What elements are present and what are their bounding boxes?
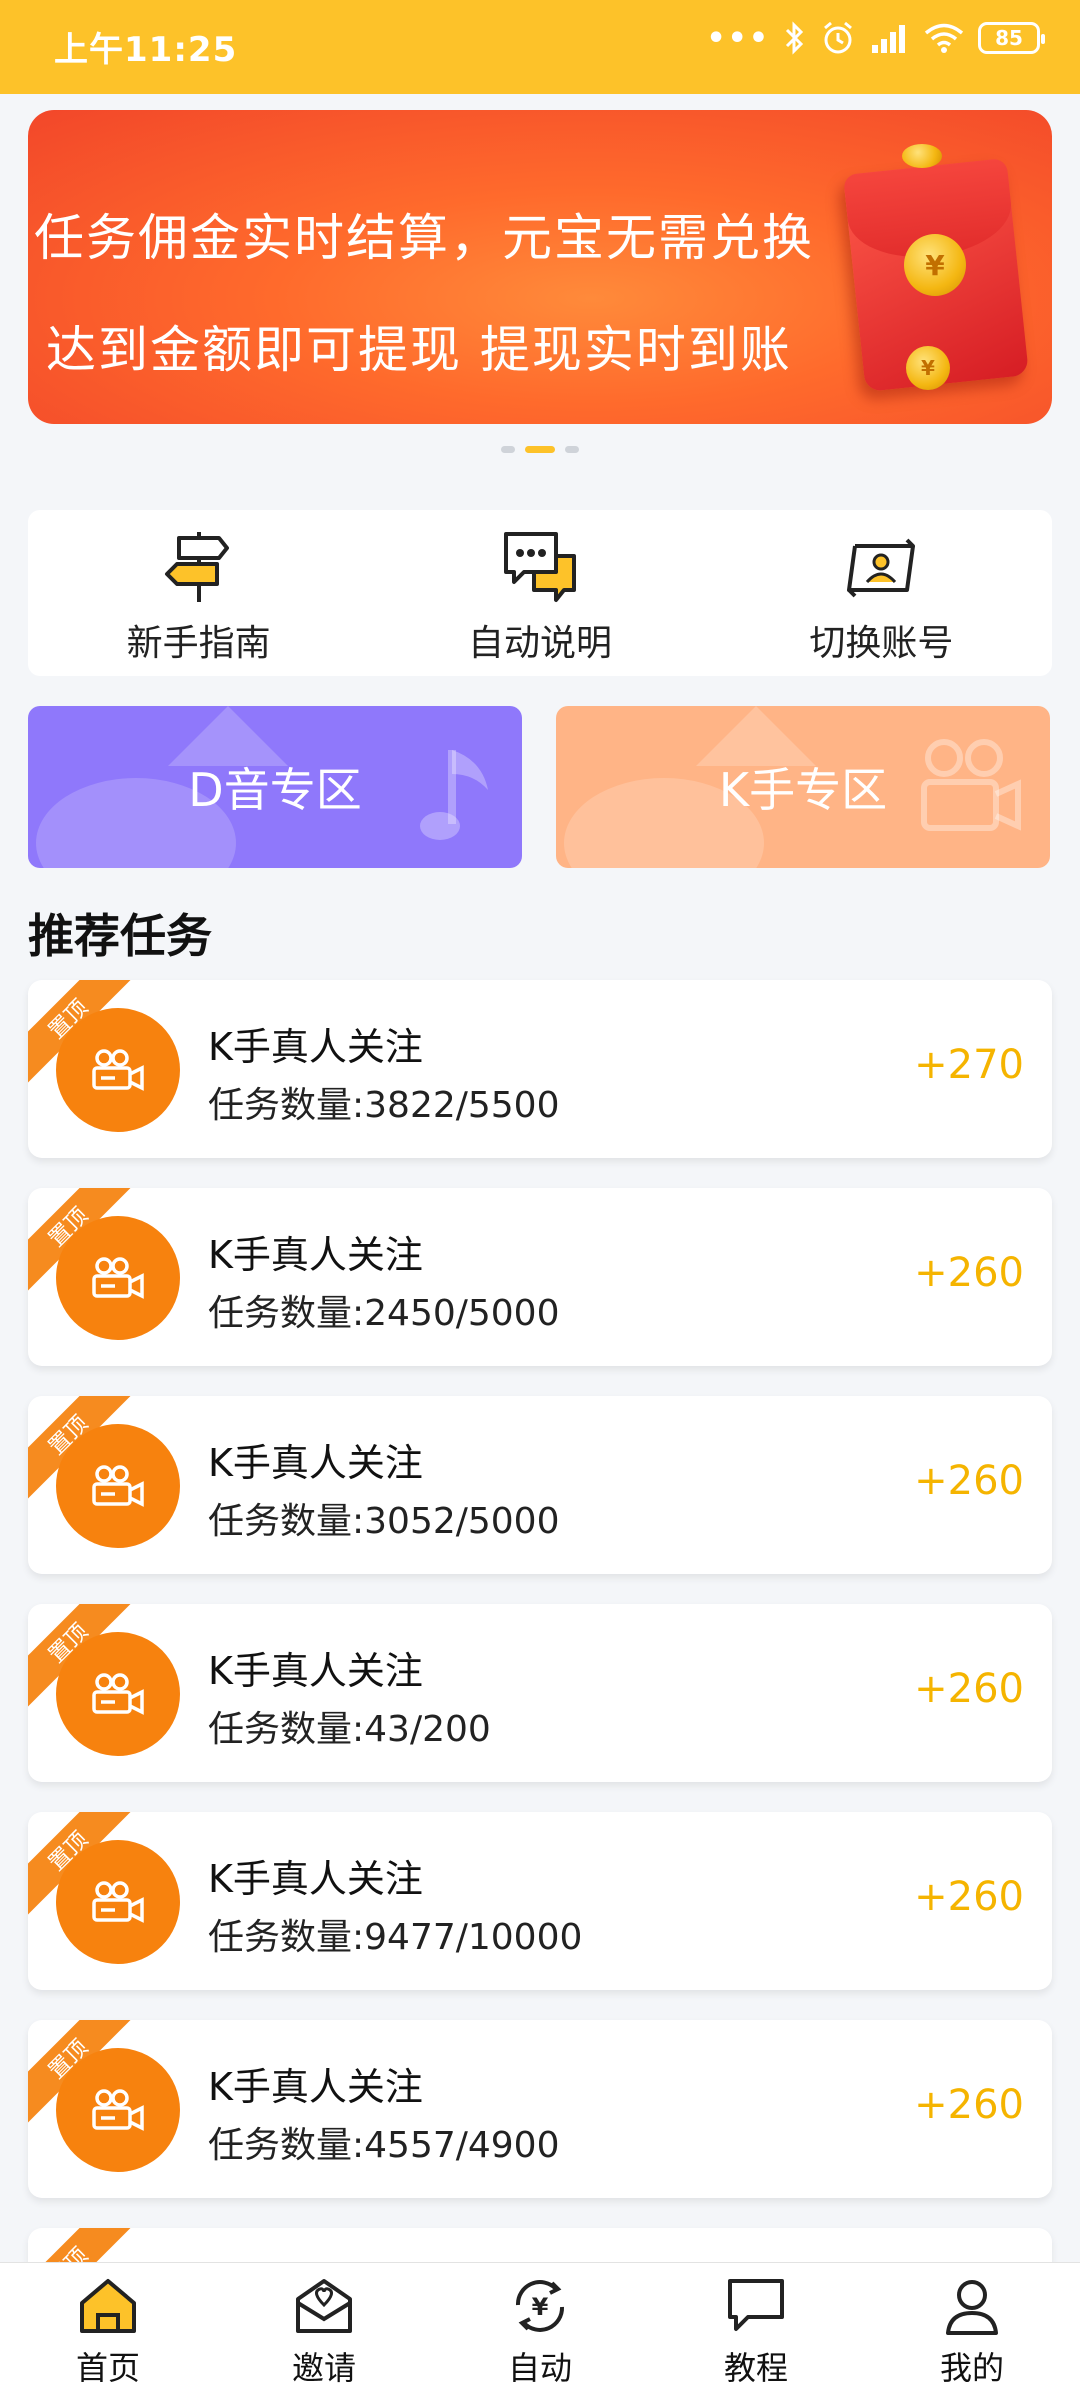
wifi-icon bbox=[924, 23, 964, 53]
tab-tutorial[interactable]: 教程 bbox=[648, 2263, 864, 2400]
task-reward: +260 bbox=[914, 1458, 1024, 1504]
more-notifications-icon: ••• bbox=[706, 20, 770, 56]
task-list: 置顶 K手真人关注 任务数量:3822/5500 +270 置顶 K手真人关注 … bbox=[28, 980, 1052, 2288]
tab-me[interactable]: 我的 bbox=[864, 2263, 1080, 2400]
svg-text:¥: ¥ bbox=[532, 2293, 549, 2321]
music-note-icon bbox=[420, 750, 488, 840]
signal-icon bbox=[872, 25, 905, 53]
task-count: 任务数量:2450/5000 bbox=[208, 1293, 560, 1334]
zone-d-button[interactable]: D音专区 bbox=[28, 706, 522, 868]
video-camera-icon bbox=[56, 1424, 180, 1548]
task-card[interactable]: 置顶 K手真人关注 任务数量:3052/5000 +260 bbox=[28, 1396, 1052, 1574]
coin-icon bbox=[902, 144, 942, 168]
video-camera-icon bbox=[56, 1840, 180, 1964]
coin-icon: ¥ bbox=[904, 234, 966, 296]
bluetooth-icon bbox=[785, 21, 804, 55]
page-dot bbox=[565, 446, 579, 453]
banner-pagination bbox=[0, 446, 1080, 453]
promo-banner[interactable]: 任务佣金实时结算，元宝无需兑换 达到金额即可提现 提现实时到账 ¥ ¥ bbox=[28, 110, 1052, 424]
task-name: K手真人关注 bbox=[208, 1857, 423, 1901]
quick-item-switch-account[interactable]: 切换账号 bbox=[711, 510, 1052, 676]
task-count: 任务数量:3822/5500 bbox=[208, 1085, 560, 1126]
tab-home[interactable]: 首页 bbox=[0, 2263, 216, 2400]
video-camera-icon bbox=[56, 1216, 180, 1340]
task-name: K手真人关注 bbox=[208, 1441, 423, 1485]
quick-actions: 新手指南 自动说明 切换账号 bbox=[28, 510, 1052, 676]
banner-line-2: 达到金额即可提现 提现实时到账 bbox=[46, 321, 792, 379]
user-icon bbox=[946, 2280, 998, 2335]
quick-item-auto-info[interactable]: 自动说明 bbox=[369, 510, 710, 676]
quick-label-auto-info: 自动说明 bbox=[467, 623, 612, 664]
alarm-icon bbox=[824, 21, 852, 54]
video-camera-icon bbox=[56, 1632, 180, 1756]
task-reward: +260 bbox=[914, 2082, 1024, 2128]
section-title: 推荐任务 bbox=[28, 909, 212, 963]
video-camera-icon bbox=[56, 2048, 180, 2172]
battery-level: 85 bbox=[995, 26, 1023, 50]
task-count: 任务数量:9477/10000 bbox=[208, 1917, 583, 1958]
task-name: K手真人关注 bbox=[208, 1025, 423, 1069]
status-icons: ••• 85 bbox=[706, 20, 1045, 56]
task-card[interactable]: 置顶 K手真人关注 任务数量:43/200 +260 bbox=[28, 1604, 1052, 1782]
tab-label-auto: 自动 bbox=[507, 2349, 572, 2387]
task-count: 任务数量:3052/5000 bbox=[208, 1501, 560, 1542]
zone-d-label: D音专区 bbox=[188, 763, 362, 817]
task-count: 任务数量:4557/4900 bbox=[208, 2125, 560, 2166]
bottom-tab-bar: 首页 邀请 ¥ 自动 教程 我的 bbox=[0, 2262, 1080, 2400]
page-dot bbox=[501, 446, 515, 453]
task-count: 任务数量:43/200 bbox=[208, 1709, 491, 1750]
signpost-icon bbox=[164, 532, 229, 602]
task-reward: +270 bbox=[914, 1042, 1024, 1088]
quick-label-switch-account: 切换账号 bbox=[809, 623, 954, 664]
status-time: 上午11:25 bbox=[54, 30, 238, 70]
quick-label-guide: 新手指南 bbox=[126, 623, 271, 664]
coin-icon: ¥ bbox=[906, 346, 950, 390]
task-reward: +260 bbox=[914, 1666, 1024, 1712]
task-reward: +260 bbox=[914, 1250, 1024, 1296]
banner-line-1: 任务佣金实时结算，元宝无需兑换 bbox=[34, 209, 814, 267]
tab-label-invite: 邀请 bbox=[291, 2349, 356, 2387]
message-icon bbox=[728, 2279, 784, 2331]
yuan-refresh-icon: ¥ bbox=[515, 2280, 565, 2332]
switch-account-icon bbox=[847, 538, 916, 598]
tab-label-me: 我的 bbox=[939, 2349, 1004, 2387]
task-card[interactable]: 置顶 K手真人关注 任务数量:2450/5000 +260 bbox=[28, 1188, 1052, 1366]
task-card[interactable]: 置顶 K手真人关注 任务数量:9477/10000 +260 bbox=[28, 1812, 1052, 1990]
task-card[interactable]: 置顶 K手真人关注 任务数量:3822/5500 +270 bbox=[28, 980, 1052, 1158]
home-icon bbox=[80, 2279, 136, 2333]
zone-k-button[interactable]: K手专区 bbox=[556, 706, 1050, 868]
task-name: K手真人关注 bbox=[208, 1649, 423, 1693]
video-camera-icon bbox=[56, 1008, 180, 1132]
quick-item-guide[interactable]: 新手指南 bbox=[28, 510, 369, 676]
task-card[interactable]: 置顶 K手真人关注 任务数量:4557/4900 +260 bbox=[28, 2020, 1052, 2198]
task-name: K手真人关注 bbox=[208, 2065, 423, 2109]
invite-envelope-icon bbox=[296, 2279, 352, 2333]
chat-bubbles-icon bbox=[503, 532, 576, 602]
battery-icon: 85 bbox=[978, 22, 1045, 54]
page-dot-active bbox=[525, 446, 555, 453]
status-bar: 上午11:25 ••• 85 bbox=[0, 0, 1080, 94]
task-name: K手真人关注 bbox=[208, 1233, 423, 1277]
tab-label-home: 首页 bbox=[75, 2349, 140, 2387]
tab-label-tutorial: 教程 bbox=[723, 2349, 788, 2387]
video-camera-icon bbox=[921, 739, 1021, 831]
tab-auto[interactable]: ¥ 自动 bbox=[432, 2263, 648, 2400]
task-reward: +260 bbox=[914, 1874, 1024, 1920]
zone-k-label: K手专区 bbox=[718, 763, 888, 817]
tab-invite[interactable]: 邀请 bbox=[216, 2263, 432, 2400]
